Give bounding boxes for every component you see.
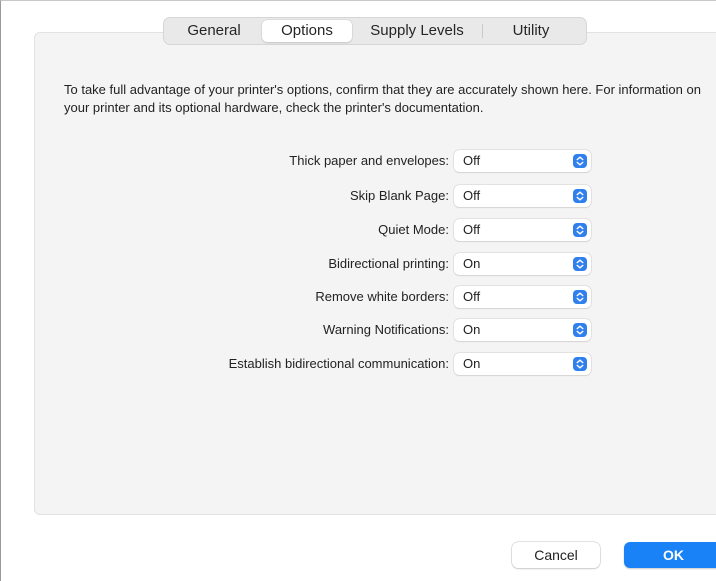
tab-supply-levels[interactable]: Supply Levels [352, 20, 482, 42]
option-label: Bidirectional printing: [328, 256, 449, 271]
option-label: Warning Notifications: [323, 322, 449, 337]
tab-general[interactable]: General [166, 20, 262, 42]
option-row-quiet-mode: Quiet Mode: Off [61, 219, 591, 241]
option-value: Off [463, 153, 481, 168]
chevron-up-down-icon [573, 357, 587, 371]
cancel-button[interactable]: Cancel [512, 542, 600, 568]
option-row-thick-paper: Thick paper and envelopes: Off [61, 150, 591, 172]
chevron-up-down-icon [573, 290, 587, 304]
option-select-thick-paper[interactable]: Off [454, 150, 591, 172]
option-value: Off [463, 188, 481, 203]
tab-bar: General Options Supply Levels Utility [163, 17, 587, 45]
option-label: Skip Blank Page: [349, 188, 449, 203]
options-description: To take full advantage of your printer's… [64, 82, 701, 115]
option-value: Off [463, 289, 481, 304]
option-select-establish-bidirectional-communication[interactable]: On [454, 353, 591, 375]
option-select-warning-notifications[interactable]: On [454, 319, 591, 341]
option-value: On [463, 356, 481, 371]
option-select-bidirectional-printing[interactable]: On [454, 253, 591, 275]
option-select-quiet-mode[interactable]: Off [454, 219, 591, 241]
chevron-up-down-icon [573, 189, 587, 203]
option-value: On [463, 256, 481, 271]
printer-options-dialog: General Options Supply Levels Utility To… [0, 0, 716, 581]
ok-button[interactable]: OK [624, 542, 716, 568]
option-select-remove-white-borders[interactable]: Off [454, 286, 591, 308]
chevron-up-down-icon [573, 323, 587, 337]
option-value: On [463, 322, 481, 337]
option-label: Thick paper and envelopes: [289, 153, 449, 168]
chevron-up-down-icon [573, 257, 587, 271]
option-row-skip-blank-page: Skip Blank Page: Off [61, 185, 591, 207]
chevron-up-down-icon [573, 223, 587, 237]
option-row-warning-notifications: Warning Notifications: On [61, 319, 591, 341]
option-value: Off [463, 222, 481, 237]
option-row-bidirectional-printing: Bidirectional printing: On [61, 253, 591, 275]
option-label: Remove white borders: [315, 289, 449, 304]
option-label: Establish bidirectional communication: [228, 356, 449, 371]
option-row-establish-bidirectional-communication: Establish bidirectional communication: O… [61, 353, 591, 375]
tab-utility[interactable]: Utility [483, 20, 579, 42]
option-label: Quiet Mode: [378, 222, 449, 237]
option-row-remove-white-borders: Remove white borders: Off [61, 286, 591, 308]
tab-options[interactable]: Options [262, 20, 352, 42]
chevron-up-down-icon [573, 154, 587, 168]
option-select-skip-blank-page[interactable]: Off [454, 185, 591, 207]
